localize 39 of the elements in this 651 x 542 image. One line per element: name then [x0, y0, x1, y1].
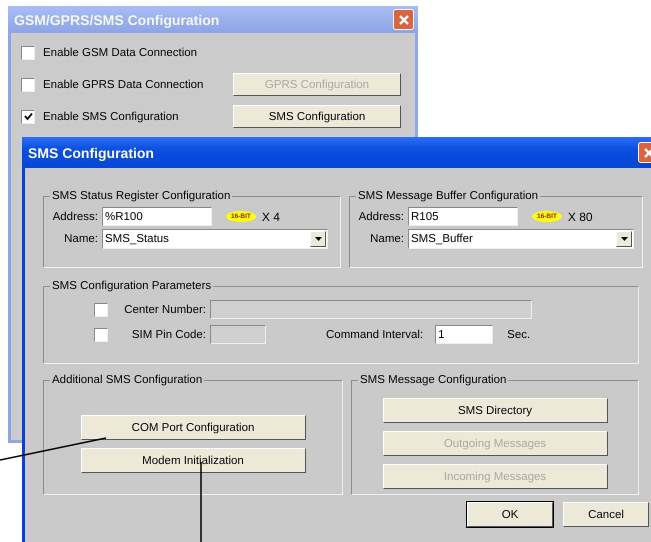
action-button[interactable]: SMS Directory [382, 398, 608, 423]
configuration-button[interactable]: SMS Configuration [233, 105, 401, 128]
multiplier-text: X 80 [568, 210, 593, 224]
action-button[interactable]: Modem Initialization [80, 448, 306, 473]
field-label: SIM Pin Code: [130, 328, 206, 340]
pin-code-field[interactable] [210, 325, 266, 344]
ok-button[interactable]: OK [467, 502, 553, 527]
checkbox[interactable] [21, 110, 35, 124]
interval-field[interactable]: 1 [435, 325, 494, 344]
checkbox-label: Enable GSM Data Connection [43, 46, 198, 58]
unit-label: Sec. [507, 328, 530, 340]
field-label: Address: [358, 210, 404, 222]
center-number-field[interactable] [210, 300, 532, 319]
name-dropdown[interactable]: SMS_Buffer [408, 229, 634, 249]
checkbox[interactable] [21, 78, 35, 92]
group-title: Additional SMS Configuration [51, 374, 204, 386]
checkbox[interactable] [94, 328, 108, 342]
group-title: SMS Status Register Configuration [51, 190, 232, 202]
address-field[interactable]: R105 [408, 207, 518, 226]
checkbox-label: Enable SMS Configuration [43, 110, 179, 122]
checkbox[interactable] [21, 46, 35, 60]
name-dropdown[interactable]: SMS_Status [102, 229, 328, 249]
field-label: Address: [52, 210, 98, 222]
address-field[interactable]: %R100 [102, 207, 212, 226]
dialog-title: SMS Configuration [28, 144, 154, 160]
multiplier-text: X 4 [262, 210, 280, 224]
close-icon[interactable] [393, 9, 414, 30]
action-button[interactable]: COM Port Configuration [80, 415, 306, 440]
group-title: SMS Message Buffer Configuration [357, 190, 540, 202]
group-title: SMS Message Configuration [359, 374, 508, 386]
field-label: Name: [63, 233, 98, 245]
window-title: GSM/GPRS/SMS Configuration [14, 12, 220, 28]
field-label: Command Interval: [326, 328, 424, 340]
field-label: Center Number: [123, 304, 206, 316]
field-label: Name: [369, 233, 404, 245]
group-title: SMS Configuration Parameters [51, 280, 212, 292]
checkbox[interactable] [94, 302, 108, 316]
checkbox-label: Enable GPRS Data Connection [43, 78, 204, 90]
cancel-button[interactable]: Cancel [563, 502, 649, 527]
